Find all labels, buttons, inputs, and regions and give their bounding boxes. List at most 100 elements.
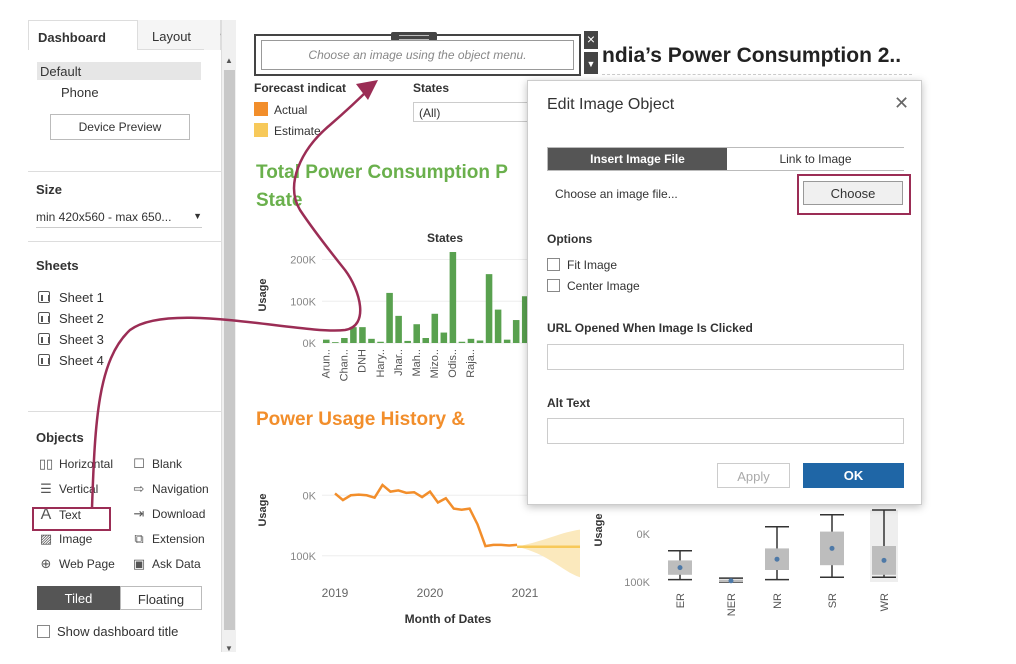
states-filter-dropdown[interactable]: (All) (413, 102, 528, 122)
apply-button[interactable]: Apply (717, 463, 790, 488)
sheet-item[interactable]: Sheet 4 (38, 353, 104, 371)
object-image[interactable]: ▨ Image (37, 531, 93, 549)
download-icon: ⇥ (133, 506, 145, 521)
bar-x-tick-label: Hary.. (375, 349, 387, 378)
tab-dashboard[interactable]: Dashboard (28, 20, 138, 50)
size-dropdown[interactable]: min 420x560 - max 650... ▼ (36, 208, 202, 228)
show-dashboard-title[interactable]: Show dashboard title (37, 624, 178, 639)
image-placeholder-text: Choose an image using the object menu. (261, 40, 574, 70)
worksheet-icon (38, 291, 50, 303)
box-x-tick-label: NER (726, 593, 738, 616)
chart1-title-line2: State (256, 190, 303, 211)
navigation-icon: ⇨ (133, 481, 145, 496)
bar (350, 327, 357, 343)
object-download[interactable]: ⇥ Download (130, 506, 206, 524)
size-heading: Size (36, 182, 63, 197)
bar (386, 292, 393, 343)
tableau-dashboard-editor: Dashboard Layout < Default Phone Device … (0, 0, 1016, 664)
actual-line (334, 483, 518, 548)
forecast-legend-title: Forecast indicat (254, 81, 347, 95)
sheet-label: Sheet 1 (59, 290, 104, 305)
chevron-down-icon: ▼ (193, 211, 202, 221)
alt-text-heading: Alt Text (547, 396, 591, 410)
bar-x-tick-label: Mizo.. (429, 349, 441, 378)
bar (503, 339, 511, 343)
object-label: Web Page (59, 557, 115, 571)
chart2-title: Power Usage History & (256, 409, 466, 430)
fit-image-checkbox[interactable] (547, 258, 560, 271)
object-menu-icon[interactable]: ▼ (584, 52, 598, 74)
legend-swatch (254, 123, 268, 137)
sheet-item[interactable]: Sheet 2 (38, 311, 104, 329)
close-icon[interactable]: ✕ (894, 93, 909, 114)
text-icon: A (40, 506, 52, 523)
bar-x-tick-label: Odis.. (447, 349, 459, 378)
legend-label: Estimate (274, 124, 321, 138)
object-extension[interactable]: ⧉ Extension (130, 531, 204, 549)
tab-insert-image-file[interactable]: Insert Image File (548, 148, 727, 170)
center-image-label: Center Image (567, 279, 640, 293)
ok-button[interactable]: OK (803, 463, 904, 488)
legend-item-actual[interactable]: Actual (254, 102, 307, 118)
object-ask-data[interactable]: ▣ Ask Data (130, 556, 201, 574)
box-y-tick-label: 100K (624, 577, 650, 589)
tiled-toggle[interactable]: Tiled (37, 586, 120, 610)
options-heading: Options (547, 232, 593, 246)
bar (422, 337, 430, 343)
choose-file-label: Choose an image file... (555, 187, 678, 201)
bar-x-tick-label: Chan.. (339, 349, 351, 381)
panel-tabs: Dashboard Layout < (28, 20, 228, 50)
tab-layout[interactable]: Layout (138, 20, 204, 50)
alt-text-input[interactable] (547, 418, 904, 444)
remove-object-icon[interactable]: × (584, 31, 598, 49)
url-input[interactable] (547, 344, 904, 370)
object-web-page[interactable]: ⊕ Web Page (37, 556, 115, 574)
legend-label: Actual (274, 103, 308, 117)
scroll-thumb[interactable] (224, 70, 235, 630)
checkbox[interactable] (37, 625, 50, 638)
object-navigation[interactable]: ⇨ Navigation (130, 481, 209, 499)
device-preview-button[interactable]: Device Preview (50, 114, 190, 140)
object-label: Horizontal (59, 457, 114, 471)
bar-x-tick-label: Jhar.. (393, 349, 405, 376)
line-x-tick-label: 2020 (417, 586, 444, 600)
edit-image-dialog: Edit Image Object ✕ Insert Image File Li… (527, 80, 922, 505)
box-y-tick-label: 0K (637, 529, 651, 541)
bar (332, 342, 339, 343)
bar-y-axis-label: Usage (257, 278, 269, 311)
fit-image-label: Fit Image (567, 258, 618, 272)
sheet-item[interactable]: Sheet 1 (38, 290, 104, 308)
object-text[interactable]: A Text (37, 506, 81, 524)
legend-item-estimate[interactable]: Estimate (254, 123, 321, 139)
vertical-container-icon: ☰ (40, 481, 52, 496)
bar-series-label: States (427, 231, 463, 245)
device-default[interactable]: Default (37, 62, 201, 80)
center-image-option[interactable]: Center Image (547, 279, 640, 293)
object-label: Image (59, 532, 93, 546)
floating-toggle[interactable]: Floating (120, 586, 202, 610)
ask-data-icon: ▣ (132, 556, 146, 571)
object-blank[interactable]: ☐ Blank (130, 456, 182, 474)
scroll-up-icon[interactable]: ▲ (225, 56, 233, 65)
left-panel-scrollbar[interactable]: ▲ ▼ (221, 20, 236, 653)
bar (359, 327, 366, 343)
object-vertical[interactable]: ☰ Vertical (37, 481, 98, 499)
object-horizontal[interactable]: ▯▯ Horizontal (37, 456, 113, 474)
sheet-item[interactable]: Sheet 3 (38, 332, 104, 350)
center-image-checkbox[interactable] (547, 279, 560, 292)
box-point (728, 578, 734, 584)
tab-link-to-image[interactable]: Link to Image (727, 148, 904, 170)
source-tabs: Insert Image File Link to Image (547, 147, 904, 171)
line-x-tick-label: 2021 (512, 586, 539, 600)
device-phone[interactable]: Phone (61, 85, 99, 100)
choose-button[interactable]: Choose (803, 181, 903, 205)
size-section: Size min 420x560 - max 650... ▼ (28, 172, 221, 242)
objects-section: Objects ▯▯ Horizontal ☐ Blank ☰ Vertical ⇨ N… (28, 412, 221, 652)
box-point (774, 556, 780, 562)
bar-x-tick-label: Arun.. (321, 349, 333, 378)
scroll-down-icon[interactable]: ▼ (225, 644, 233, 653)
image-object[interactable]: Choose an image using the object menu. (254, 32, 581, 76)
fit-image-option[interactable]: Fit Image (547, 258, 617, 272)
worksheet-icon (38, 312, 50, 324)
bar (323, 339, 330, 343)
